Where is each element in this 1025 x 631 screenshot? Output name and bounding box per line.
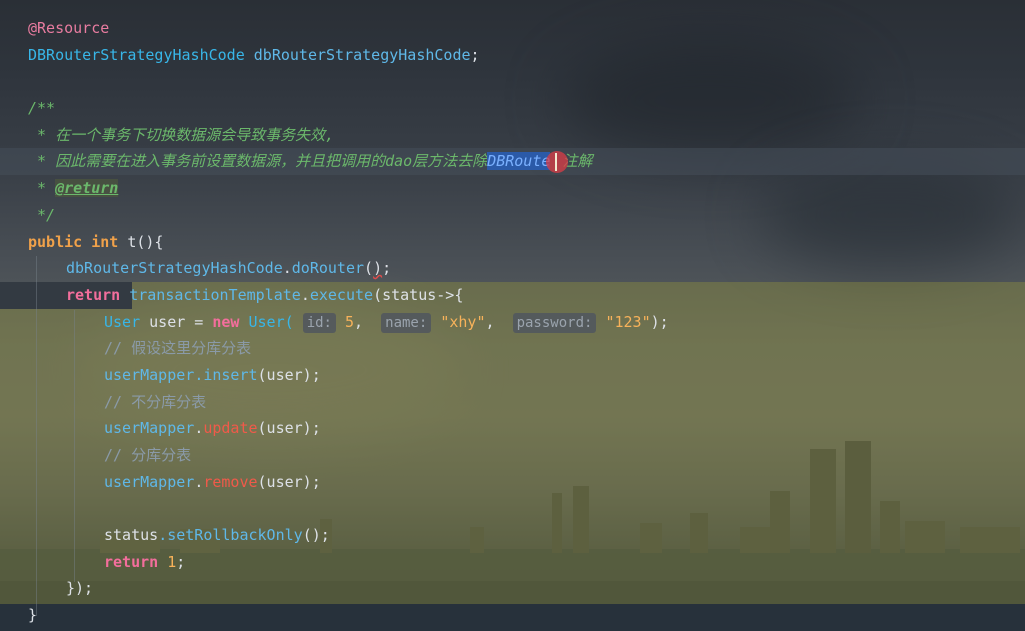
- code-line: */: [0, 202, 1025, 229]
- punctuation: ): [373, 259, 383, 278]
- doc-comment: * 因此需要在进入事务前设置数据源，并且把调用的dao层方法去除: [28, 152, 488, 171]
- code-line: * @return: [0, 175, 1025, 202]
- arguments: ();: [302, 526, 330, 545]
- code-line: DBRouterStrategyHashCode dbRouterStrateg…: [0, 42, 1025, 69]
- param-hint-id: id:: [302, 312, 336, 333]
- code-line: // 假设这里分库分表: [0, 335, 1025, 362]
- field-token: userMapper: [104, 365, 195, 384]
- doc-comment: /**: [28, 99, 56, 118]
- variable-token: status: [104, 526, 159, 545]
- type-token: DBRouterStrategyHashCode: [28, 45, 245, 64]
- keyword: public: [28, 232, 83, 251]
- punctuation: ;: [176, 552, 186, 571]
- method-token: .setRollbackOnly: [158, 526, 303, 545]
- string-literal: "123": [605, 312, 651, 331]
- field-token: dbRouterStrategyHashCode: [253, 45, 471, 64]
- keyword: return: [66, 285, 121, 304]
- keyword: new: [212, 312, 240, 331]
- code-line: // 分库分表: [0, 442, 1025, 469]
- code-line: return 1;: [0, 549, 1025, 576]
- doc-return-tag: @return: [55, 179, 119, 198]
- code-line: status.setRollbackOnly();: [0, 522, 1025, 549]
- code-line: // 不分库分表: [0, 389, 1025, 416]
- code-line: return transactionTemplate.execute(statu…: [0, 282, 1025, 309]
- string-literal: "xhy": [440, 312, 486, 331]
- number-literal: 1: [167, 552, 177, 571]
- method-token-error: remove: [203, 472, 258, 491]
- method-token: doRouter: [291, 259, 365, 278]
- doc-comment: *: [28, 179, 56, 198]
- field-token: dbRouterStrategyHashCode: [66, 259, 283, 278]
- variable-decl: user =: [140, 312, 213, 331]
- punctuation: .: [300, 285, 310, 304]
- lambda-start: (status->{: [373, 285, 464, 304]
- doc-comment: * 在一个事务下切换数据源会导致事务失效,: [28, 125, 335, 144]
- selected-text: DBRoute: [487, 152, 551, 171]
- punctuation: );: [650, 312, 669, 331]
- code-line: * 在一个事务下切换数据源会导致事务失效,: [0, 122, 1025, 149]
- method-signature: t(){: [118, 232, 164, 251]
- arguments: (user);: [257, 419, 321, 438]
- code-line: });: [0, 575, 1025, 602]
- method-token: execute: [309, 285, 374, 304]
- punctuation: ;: [382, 259, 392, 278]
- code-line: /**: [0, 95, 1025, 122]
- method-token: .insert: [194, 365, 258, 384]
- field-token: userMapper: [104, 419, 195, 438]
- param-hint-name: name:: [381, 312, 432, 333]
- punctuation: .: [194, 419, 204, 438]
- punctuation: ;: [470, 45, 480, 64]
- line-comment: // 假设这里分库分表: [104, 339, 252, 358]
- annotation-token: @Resource: [28, 19, 110, 37]
- punctuation: .: [194, 472, 204, 491]
- code-line: public int t(){: [0, 229, 1025, 256]
- code-line: userMapper.insert(user);: [0, 362, 1025, 389]
- arguments: (user);: [257, 472, 321, 491]
- punctuation: .: [282, 259, 292, 278]
- code-editor[interactable]: @Resource DBRouterStrategyHashCode dbRou…: [0, 15, 1025, 629]
- code-line: User user = new User( id: 5, name: "xhy"…: [104, 312, 669, 333]
- code-line: userMapper.remove(user);: [0, 469, 1025, 496]
- number-literal: 5: [345, 312, 355, 331]
- keyword: int: [91, 232, 119, 251]
- constructor-call: User(: [239, 312, 294, 331]
- code-line: @Resource: [0, 15, 1025, 42]
- line-comment: // 不分库分表: [104, 392, 207, 411]
- punctuation: (: [364, 259, 374, 278]
- doc-comment: */: [28, 205, 56, 224]
- keyword: return: [104, 552, 159, 571]
- line-comment: // 分库分表: [104, 446, 192, 464]
- code-line-current: * 因此需要在进入事务前设置数据源，并且把调用的dao层方法去除DBRoute 注…: [0, 148, 1025, 175]
- method-token-error: update: [203, 419, 258, 438]
- code-line: userMapper.update(user);: [0, 415, 1025, 442]
- field-token: transactionTemplate: [129, 285, 301, 304]
- code-line: dbRouterStrategyHashCode.doRouter();: [0, 255, 1025, 282]
- arguments: (user);: [257, 365, 321, 384]
- param-hint-password: password:: [512, 312, 597, 333]
- field-token: userMapper: [104, 472, 195, 491]
- lambda-end: });: [66, 579, 94, 598]
- type-token: User: [104, 312, 141, 331]
- block-end: }: [28, 606, 38, 625]
- code-line: }: [0, 602, 1025, 629]
